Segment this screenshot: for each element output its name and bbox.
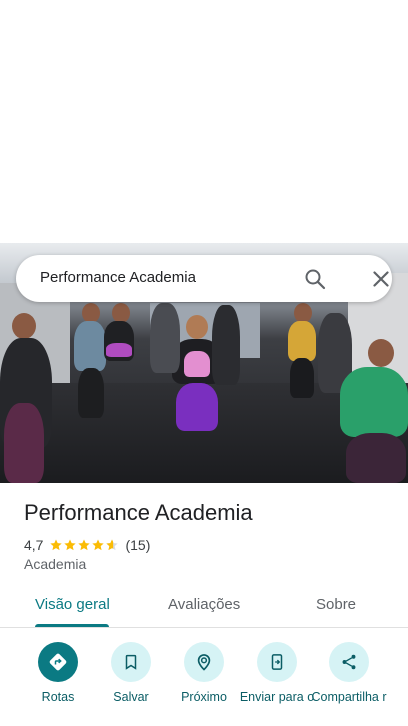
rating-value: 4,7: [24, 537, 44, 553]
nearby-icon: [197, 654, 211, 671]
photo-person: [4, 403, 44, 483]
star-rating: [49, 538, 119, 552]
photo-person: [212, 305, 240, 385]
nearby-button[interactable]: Próximo: [164, 642, 244, 704]
save-circle[interactable]: [111, 642, 151, 682]
send-to-phone-button[interactable]: Enviar para o: [237, 642, 317, 704]
send-to-phone-icon: [271, 654, 283, 670]
share-button[interactable]: Compartilha r: [309, 642, 389, 704]
close-icon[interactable]: [369, 267, 393, 291]
save-button[interactable]: Salvar: [91, 642, 171, 704]
photo-person: [346, 433, 406, 483]
share-circle[interactable]: [329, 642, 369, 682]
send-to-phone-label: Enviar para o: [239, 690, 315, 704]
photo-person: [78, 368, 104, 418]
photo-person: [294, 303, 312, 323]
photo-person: [12, 313, 36, 339]
place-title: Performance Academia: [24, 500, 253, 525]
send-to-phone-circle[interactable]: [257, 642, 297, 682]
star-icon: [92, 539, 105, 551]
nearby-label: Próximo: [181, 690, 227, 704]
photo-person: [74, 321, 106, 371]
star-half-icon: [106, 539, 119, 551]
tab-overview[interactable]: Visão geral: [35, 596, 110, 613]
directions-button[interactable]: Rotas: [18, 642, 98, 704]
photo-person: [150, 303, 180, 373]
save-label: Salvar: [113, 690, 149, 704]
place-category: Academia: [24, 556, 87, 572]
photo-person: [290, 358, 314, 398]
directions-label: Rotas: [41, 690, 75, 704]
photo-person: [82, 303, 100, 323]
search-bar[interactable]: Performance Academia: [16, 255, 392, 302]
bookmark-icon: [125, 654, 137, 670]
blank-area: [0, 0, 408, 243]
tab-about[interactable]: Sobre: [316, 596, 356, 613]
photo-person: [368, 339, 394, 367]
photo-person: [184, 351, 210, 377]
share-icon: [342, 654, 356, 670]
search-icon[interactable]: [303, 267, 327, 291]
tab-active-indicator: [35, 624, 109, 627]
directions-icon: [49, 653, 67, 671]
tab-reviews[interactable]: Avaliações: [168, 596, 240, 613]
star-icon: [64, 539, 77, 551]
photo-person: [112, 303, 130, 323]
tab-bar: Visão geral Avaliações Sobre: [0, 586, 408, 628]
share-label: Compartilha r: [311, 690, 387, 704]
photo-person: [176, 383, 218, 431]
nearby-circle[interactable]: [184, 642, 224, 682]
star-icon: [50, 539, 63, 551]
rating-row[interactable]: 4,7 (15): [24, 536, 150, 554]
reviews-count[interactable]: (15): [125, 537, 150, 553]
photo-person: [340, 367, 408, 437]
star-icon: [78, 539, 91, 551]
photo-person: [186, 315, 208, 339]
photo-person: [106, 343, 132, 357]
directions-circle[interactable]: [38, 642, 78, 682]
search-input[interactable]: Performance Academia: [40, 269, 196, 286]
photo-person: [288, 321, 316, 361]
